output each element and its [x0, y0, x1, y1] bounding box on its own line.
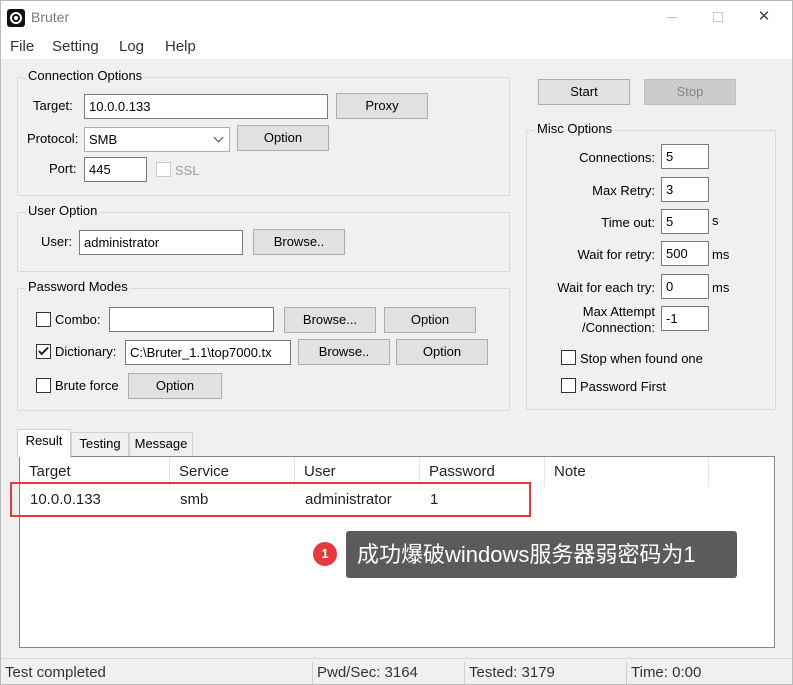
wait-retry-unit: ms — [712, 247, 730, 262]
brute-force-checkbox[interactable] — [36, 378, 51, 393]
connection-options-title: Connection Options — [26, 68, 145, 83]
max-attempt-label-line2: /Connection: — [582, 320, 655, 335]
wait-retry-input[interactable]: 500 — [661, 241, 709, 266]
menu-log[interactable]: Log — [119, 38, 144, 55]
max-attempt-input[interactable]: -1 — [661, 306, 709, 331]
dictionary-option-button[interactable]: Option — [396, 339, 488, 365]
menu-help[interactable]: Help — [165, 38, 196, 55]
menu-setting[interactable]: Setting — [52, 38, 99, 55]
dictionary-browse-button[interactable]: Browse.. — [298, 339, 390, 365]
password-first-label: Password First — [580, 379, 666, 394]
dictionary-checkbox[interactable] — [36, 344, 51, 359]
dictionary-input[interactable]: C:\Bruter_1.1\top7000.tx — [125, 340, 291, 365]
chevron-down-icon — [213, 132, 224, 143]
combo-label: Combo: — [55, 312, 101, 327]
start-button[interactable]: Start — [538, 79, 630, 105]
minimize-button[interactable] — [649, 1, 695, 33]
max-retry-label: Max Retry: — [592, 183, 655, 198]
target-label: Target: — [33, 98, 73, 113]
status-state: Test completed — [1, 662, 313, 684]
column-header-note[interactable]: Note — [545, 457, 709, 487]
protocol-label: Protocol: — [27, 131, 79, 146]
combo-input[interactable] — [109, 307, 274, 332]
password-first-checkbox[interactable] — [561, 378, 576, 393]
status-pwd-sec: Pwd/Sec: 3164 — [313, 662, 465, 684]
stop-button[interactable]: Stop — [644, 79, 736, 105]
connections-input[interactable]: 5 — [661, 144, 709, 169]
result-highlight-box — [10, 482, 531, 517]
status-time: Time: 0:00 — [631, 664, 702, 681]
combo-checkbox[interactable] — [36, 312, 51, 327]
connections-label: Connections: — [579, 150, 655, 165]
brute-force-option-button[interactable]: Option — [128, 373, 222, 399]
wait-retry-label: Wait for retry: — [577, 247, 655, 262]
target-input[interactable]: 10.0.0.133 — [84, 94, 328, 119]
brute-force-label: Brute force — [55, 378, 119, 393]
app-logo-icon — [7, 9, 25, 27]
status-tested: Tested: 3179 — [465, 662, 627, 684]
title-bar: Bruter ✕ — [1, 1, 792, 33]
wait-each-try-label: Wait for each try: — [557, 280, 655, 295]
annotation-badge: 1 — [313, 542, 337, 566]
minimize-icon — [667, 17, 677, 18]
combo-browse-button[interactable]: Browse... — [284, 307, 376, 333]
stop-when-found-label: Stop when found one — [580, 351, 703, 366]
user-label: User: — [41, 234, 73, 249]
wait-each-try-input[interactable]: 0 — [661, 274, 709, 299]
dictionary-label: Dictionary: — [55, 344, 117, 359]
max-retry-input[interactable]: 3 — [661, 177, 709, 202]
user-input[interactable]: administrator — [79, 230, 243, 255]
ssl-checkbox[interactable] — [156, 162, 171, 177]
misc-options-title: Misc Options — [535, 121, 615, 136]
timeout-input[interactable]: 5 — [661, 209, 709, 234]
combo-option-button[interactable]: Option — [384, 307, 476, 333]
close-button[interactable]: ✕ — [741, 1, 787, 33]
ssl-label: SSL — [175, 163, 200, 178]
status-bar: Test completed Pwd/Sec: 3164 Tested: 317… — [1, 658, 792, 684]
checkmark-icon — [38, 344, 49, 356]
port-input[interactable]: 445 — [84, 157, 147, 182]
max-attempt-label: Max Attempt — [582, 304, 655, 319]
timeout-unit: s — [712, 213, 719, 228]
proxy-button[interactable]: Proxy — [336, 93, 428, 119]
protocol-option-button[interactable]: Option — [237, 125, 329, 151]
timeout-label: Time out: — [601, 215, 655, 230]
tab-message[interactable]: Message — [129, 432, 193, 456]
port-label: Port: — [49, 161, 77, 176]
annotation-callout: 成功爆破windows服务器弱密码为1 — [346, 531, 737, 578]
maximize-button[interactable] — [695, 1, 741, 33]
window-title: Bruter — [31, 9, 70, 25]
menu-file[interactable]: File — [10, 38, 34, 55]
user-option-title: User Option — [26, 203, 100, 218]
maximize-icon — [713, 12, 723, 22]
password-modes-title: Password Modes — [26, 279, 130, 294]
misc-options-group: Misc Options — [526, 121, 776, 410]
menu-bar: File Setting Log Help — [1, 33, 792, 59]
protocol-value: SMB — [89, 132, 118, 147]
close-icon: ✕ — [757, 8, 771, 25]
stop-when-found-checkbox[interactable] — [561, 350, 576, 365]
protocol-select[interactable]: SMB — [84, 127, 230, 152]
tab-result[interactable]: Result — [17, 429, 71, 457]
user-browse-button[interactable]: Browse.. — [253, 229, 345, 255]
wait-each-try-unit: ms — [712, 280, 730, 295]
tab-testing[interactable]: Testing — [71, 432, 129, 456]
bruter-window: Bruter ✕ File Setting Log Help Connectio… — [0, 0, 793, 685]
